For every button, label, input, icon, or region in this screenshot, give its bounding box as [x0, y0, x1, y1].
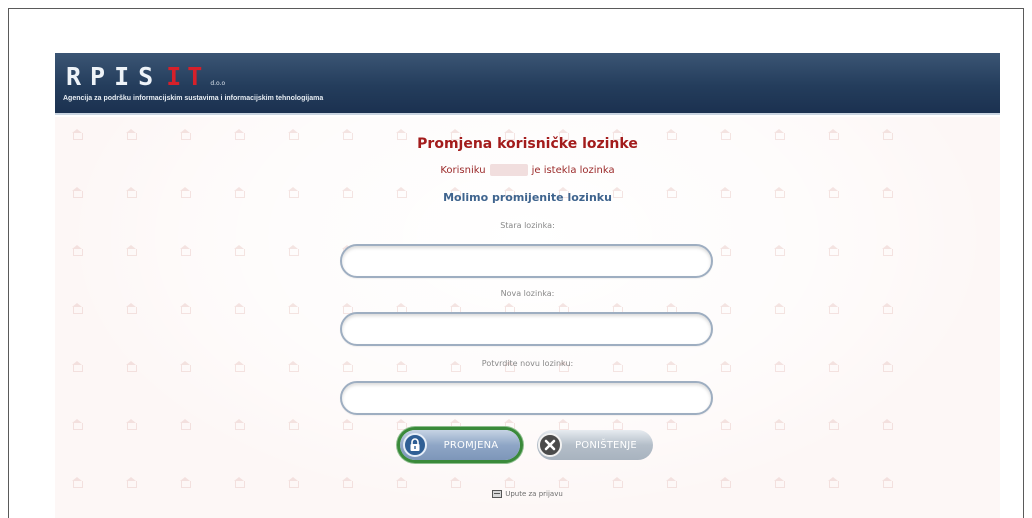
pattern-tile-icon	[881, 245, 893, 256]
pattern-tile-icon	[503, 419, 515, 430]
pattern-tile-icon	[827, 419, 839, 430]
logo-it-text: IT	[166, 62, 209, 91]
lock-icon	[403, 433, 427, 457]
pattern-tile-icon	[341, 419, 353, 430]
header-tagline: Agencija za podršku informacijskim susta…	[63, 95, 324, 102]
pattern-tile-icon	[179, 303, 191, 314]
rpis-logo: RPIS IT d.o.o	[66, 61, 225, 91]
pattern-tile-icon	[827, 303, 839, 314]
confirm-password-field-wrap	[340, 381, 713, 415]
close-icon	[538, 433, 562, 457]
form-title: Promjena korisničke lozinke	[417, 136, 638, 152]
pattern-tile-icon	[287, 303, 299, 314]
new-password-input[interactable]	[342, 314, 711, 344]
monitor-icon	[492, 490, 503, 498]
pattern-tile-icon	[287, 477, 299, 488]
confirm-password-input[interactable]	[342, 383, 711, 413]
pattern-tile-icon	[179, 419, 191, 430]
pattern-tile-icon	[719, 303, 731, 314]
pattern-tile-icon	[287, 245, 299, 256]
pattern-tile-icon	[665, 477, 677, 488]
pattern-tile-icon	[287, 419, 299, 430]
pattern-tile-icon	[179, 245, 191, 256]
promjena-button-label: PROMJENA	[443, 439, 499, 451]
pattern-tile-icon	[557, 419, 569, 430]
logo-suffix: d.o.o	[210, 80, 226, 87]
pattern-tile-icon	[611, 477, 623, 488]
expired-message: Korisniku je istekla lozinka	[55, 164, 1000, 176]
pattern-tile-icon	[71, 419, 83, 430]
pattern-tile-icon	[503, 477, 515, 488]
ponistenje-button-label: PONIŠTENJE	[575, 439, 637, 451]
pattern-tile-icon	[773, 303, 785, 314]
help-link[interactable]: Upute za prijavu	[55, 490, 1000, 498]
pattern-tile-icon	[71, 303, 83, 314]
redacted-username	[489, 164, 528, 176]
pattern-tile-icon	[125, 245, 137, 256]
pattern-tile-icon	[719, 419, 731, 430]
pattern-tile-icon	[449, 477, 461, 488]
help-link-label: Upute za prijavu	[505, 490, 563, 498]
new-password-field-wrap	[340, 312, 713, 346]
pattern-tile-icon	[233, 477, 245, 488]
pattern-tile-icon	[611, 419, 623, 430]
pattern-tile-icon	[233, 419, 245, 430]
logo-rpis-text: RPIS	[66, 62, 163, 91]
pattern-tile-icon	[827, 477, 839, 488]
pattern-tile-icon	[665, 419, 677, 430]
pattern-tile-icon	[827, 245, 839, 256]
pattern-tile-icon	[449, 419, 461, 430]
password-change-panel: Promjena korisničke lozinke Korisniku je …	[55, 117, 1000, 518]
expired-suffix: je istekla lozinka	[531, 165, 615, 176]
pattern-tile-icon	[125, 477, 137, 488]
pattern-tile-icon	[233, 245, 245, 256]
pattern-tile-icon	[557, 477, 569, 488]
new-password-label: Nova lozinka:	[500, 289, 555, 298]
ponistenje-button[interactable]: PONIŠTENJE	[537, 430, 653, 460]
pattern-tile-icon	[125, 419, 137, 430]
pattern-tile-icon	[71, 477, 83, 488]
pattern-tile-icon	[719, 245, 731, 256]
page-header: RPIS IT d.o.o Agencija za podršku inform…	[55, 53, 1000, 115]
pattern-tile-icon	[125, 303, 137, 314]
pattern-tile-icon	[71, 245, 83, 256]
pattern-tile-icon	[233, 303, 245, 314]
promjena-button[interactable]: PROMJENA	[400, 430, 520, 460]
expired-prefix: Korisniku	[440, 165, 486, 176]
pattern-tile-icon	[341, 477, 353, 488]
pattern-tile-icon	[179, 477, 191, 488]
form-subtitle: Molimo promijenite lozinku	[443, 191, 612, 204]
pattern-tile-icon	[881, 477, 893, 488]
old-password-field-wrap	[340, 244, 713, 278]
pattern-tile-icon	[881, 303, 893, 314]
pattern-tile-icon	[881, 419, 893, 430]
pattern-tile-icon	[773, 245, 785, 256]
pattern-tile-icon	[773, 477, 785, 488]
confirm-password-label: Potvrdite novu lozinku:	[481, 359, 574, 368]
pattern-tile-icon	[773, 419, 785, 430]
pattern-tile-icon	[719, 477, 731, 488]
old-password-label: Stara lozinka:	[500, 221, 555, 230]
old-password-input[interactable]	[342, 246, 711, 276]
pattern-tile-icon	[395, 477, 407, 488]
pattern-tile-icon	[395, 419, 407, 430]
